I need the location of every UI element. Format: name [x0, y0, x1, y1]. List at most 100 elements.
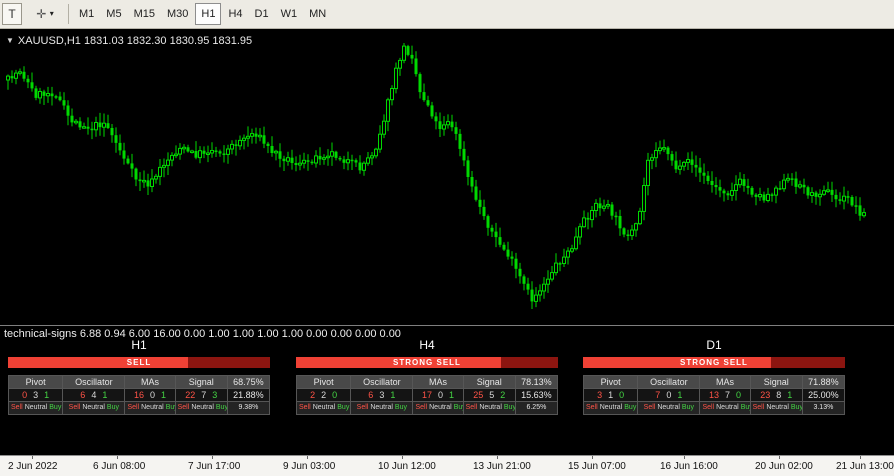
neutral-percent: 15.63% [514, 388, 559, 402]
mas-labels: SellNeutralBuy [412, 401, 464, 415]
text-tool-button[interactable]: T [2, 3, 22, 25]
chart-area[interactable]: ▼ XAUUSD,H1 1831.03 1832.30 1830.95 1831.… [0, 29, 894, 325]
axis-tick [497, 456, 498, 459]
toolbar: T ✛ ▾ M1 M5 M15 M30 H1 H4 D1 W1 MN [0, 0, 894, 29]
column-header: Signal [462, 375, 516, 389]
timeframe-button-h4[interactable]: H4 [223, 3, 247, 25]
oscillator-counts: 701 [637, 388, 701, 402]
column-header: Pivot [295, 375, 352, 389]
axis-tick [212, 456, 213, 459]
column-header: Signal [174, 375, 228, 389]
indicator-pane: technical-signs 6.88 0.94 6.00 16.00 0.0… [0, 325, 894, 455]
oscillator-labels: Sell Neutral Buy [637, 401, 701, 415]
time-axis-label: 6 Jun 08:00 [93, 461, 146, 472]
signal-panel-h1: H1 SELL Pivot Oscillator MAs Signal 68.75% 0 3… [7, 338, 271, 415]
signal-strength-bar: STRONG SELL [296, 357, 558, 368]
column-header: MAs [412, 375, 464, 389]
timeframe-button-m1[interactable]: M1 [74, 3, 99, 25]
time-axis-label: 16 Jun 16:00 [660, 461, 718, 472]
buy-percent: 6.25% [514, 401, 559, 415]
signal-counts: 22 7 3 [174, 388, 228, 402]
time-axis-label: 20 Jun 02:00 [755, 461, 813, 472]
time-axis-label: 2 Jun 2022 [8, 461, 58, 472]
axis-tick [32, 456, 33, 459]
oscillator-labels: Sell Neutral Buy [350, 401, 414, 415]
time-axis-label: 7 Jun 17:00 [188, 461, 241, 472]
pivot-counts: 220 [295, 388, 352, 402]
signal-strength-bar: SELL [8, 357, 270, 368]
signal-table: Pivot Oscillator MAs Signal 68.75% 0 3 1 6 4 1 16 0 1… [7, 375, 271, 415]
sell-percent: 68.75% [226, 375, 271, 389]
buy-percent: 9.38% [226, 401, 271, 415]
signal-verdict: STRONG SELL [680, 358, 748, 367]
axis-tick [117, 456, 118, 459]
timeframe-button-mn[interactable]: MN [304, 3, 331, 25]
signal-labels: Sell Neutral Buy [749, 401, 803, 415]
timeframe-button-m30[interactable]: M30 [162, 3, 193, 25]
pivot-labels: Sell Neutral Buy [295, 401, 352, 415]
signal-table: Pivot Oscillator MAs Signal 71.88% 3 1 0 7 0 1 13 7 0… [582, 375, 846, 415]
timeframe-button-h1[interactable]: H1 [195, 3, 222, 25]
time-axis-label: 9 Jun 03:00 [283, 461, 336, 472]
timeframe-button-w1[interactable]: W1 [276, 3, 303, 25]
mas-counts: 16 0 1 [124, 388, 176, 402]
buy-percent: 3.13% [801, 401, 846, 415]
timeframe-bar: M1 M5 M15 M30 H1 H4 D1 W1 MN [74, 3, 331, 25]
panel-title: H4 [419, 338, 435, 352]
signal-strength-bar: STRONG SELL [583, 357, 845, 368]
column-header: Oscillator [350, 375, 414, 389]
collapse-triangle-icon[interactable]: ▼ [6, 36, 14, 45]
candlestick-chart [6, 43, 866, 309]
mas-counts: 13 7 0 [699, 388, 751, 402]
pivot-labels: Sell Neutral Buy [582, 401, 639, 415]
signal-table: Pivot Oscillator MAs Signal 78.13% 2 2 0 6 3 1 17 0 1… [295, 375, 559, 415]
sell-percent: 78.13% [514, 375, 559, 389]
signal-labels: Sell Neutral Buy [462, 401, 516, 415]
column-header: Oscillator [637, 375, 701, 389]
signal-verdict: STRONG SELL [393, 358, 461, 367]
pivot-labels: Sell Neutral Buy [7, 401, 64, 415]
column-header: Oscillator [62, 375, 126, 389]
panel-title: D1 [706, 338, 722, 352]
sell-percent: 71.88% [801, 375, 846, 389]
symbol-ohlc-line: ▼ XAUUSD,H1 1831.03 1832.30 1830.95 1831.… [6, 35, 252, 47]
oscillator-counts: 631 [350, 388, 414, 402]
drawing-tools-button[interactable]: ✛ ▾ [26, 3, 64, 25]
column-header: Signal [749, 375, 803, 389]
toolbar-separator [68, 4, 69, 24]
neutral-percent: 21.88% [226, 388, 271, 402]
axis-tick [592, 456, 593, 459]
signal-verdict: SELL [126, 358, 152, 367]
oscillator-counts: 641 [62, 388, 126, 402]
mt4-window: T ✛ ▾ M1 M5 M15 M30 H1 H4 D1 W1 MN ▼ XAUUSD,H1 18… [0, 0, 894, 476]
signal-panel-h4: H4 STRONG SELL Pivot Oscillator MAs Signal 7… [295, 338, 559, 415]
axis-tick [307, 456, 308, 459]
signal-counts: 25 5 2 [462, 388, 516, 402]
signal-counts: 23 8 1 [749, 388, 803, 402]
neutral-percent: 25.00% [801, 388, 846, 402]
mas-labels: SellNeutralBuy [699, 401, 751, 415]
time-axis-label: 10 Jun 12:00 [378, 461, 436, 472]
time-axis-label: 15 Jun 07:00 [568, 461, 626, 472]
axis-tick [779, 456, 780, 459]
axis-tick [684, 456, 685, 459]
column-header: Pivot [7, 375, 64, 389]
timeframe-button-m5[interactable]: M5 [101, 3, 126, 25]
oscillator-labels: Sell Neutral Buy [62, 401, 126, 415]
symbol-text: XAUUSD,H1 1831.03 1832.30 1830.95 1831.9… [17, 35, 253, 47]
time-axis-label: 21 Jun 13:00 [836, 461, 894, 472]
crosshair-icon: ✛ [36, 7, 47, 21]
axis-tick [402, 456, 403, 459]
timeframe-button-m15[interactable]: M15 [129, 3, 160, 25]
time-axis[interactable]: 2 Jun 2022 6 Jun 08:00 7 Jun 17:00 9 Jun 03… [0, 455, 894, 476]
signal-labels: Sell Neutral Buy [174, 401, 228, 415]
column-header: MAs [124, 375, 176, 389]
pivot-counts: 310 [582, 388, 639, 402]
dropdown-caret-icon: ▾ [49, 9, 54, 18]
time-axis-label: 13 Jun 21:00 [473, 461, 531, 472]
timeframe-button-d1[interactable]: D1 [250, 3, 274, 25]
panel-title: H1 [131, 338, 147, 352]
column-header: Pivot [582, 375, 639, 389]
signal-panel-d1: D1 STRONG SELL Pivot Oscillator MAs Signal 7… [582, 338, 846, 415]
axis-tick [860, 456, 861, 459]
